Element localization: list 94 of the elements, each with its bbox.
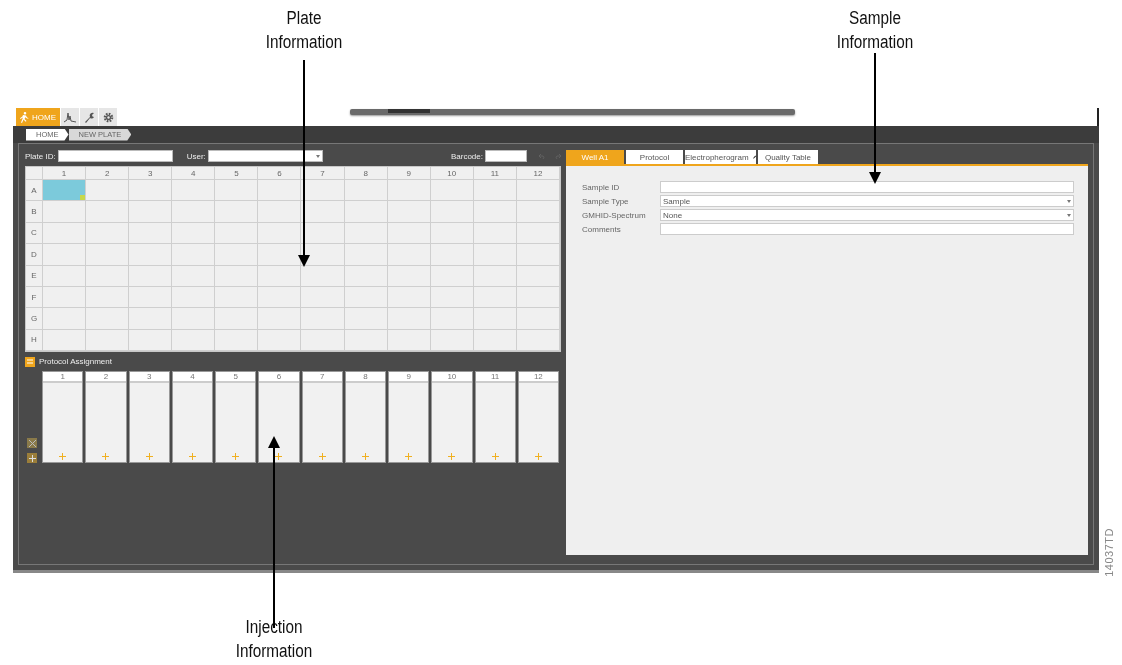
plus-icon[interactable] xyxy=(491,453,499,461)
scroll-bar[interactable] xyxy=(350,109,795,115)
injection-number: 12 xyxy=(518,372,558,384)
close-icon[interactable] xyxy=(27,438,37,449)
column-header: 10 xyxy=(430,167,474,180)
injection-number: 11 xyxy=(475,372,515,384)
callout-label: Injection Information xyxy=(234,616,314,663)
injection-slot[interactable]: 11 xyxy=(474,371,516,464)
injection-number: 9 xyxy=(389,372,429,384)
wrench-icon[interactable] xyxy=(83,111,95,123)
row-header: H xyxy=(26,329,43,352)
runner-icon xyxy=(19,111,29,123)
column-header: 11 xyxy=(473,167,517,180)
section-title: Protocol Assignment xyxy=(39,357,112,367)
callout-label: Sample Information xyxy=(835,7,915,54)
injection-slot[interactable]: 3 xyxy=(128,371,170,464)
column-header: 8 xyxy=(344,167,388,180)
plus-icon[interactable] xyxy=(405,453,413,461)
plus-icon[interactable] xyxy=(59,453,67,461)
field-label: Comments xyxy=(582,224,622,234)
plate-well[interactable] xyxy=(301,244,345,266)
plus-icon[interactable] xyxy=(102,453,110,461)
settings-icon[interactable] xyxy=(102,111,114,123)
injection-number: 10 xyxy=(432,372,472,384)
barcode-label: Barcode: xyxy=(450,151,483,161)
field-label: Sample ID xyxy=(582,182,621,192)
tab[interactable]: Electropherogram xyxy=(685,150,756,164)
caret-icon xyxy=(315,154,320,158)
add-icon[interactable] xyxy=(27,453,37,464)
injection-number: 2 xyxy=(86,372,126,384)
input-field[interactable] xyxy=(660,181,1074,193)
plate-id-field[interactable] xyxy=(57,150,173,162)
callout-label: Plate Information xyxy=(264,7,344,54)
injection-number: 4 xyxy=(172,372,212,384)
plus-icon[interactable] xyxy=(318,453,326,461)
collapse-icon[interactable] xyxy=(25,356,35,367)
field-label: GMHID-Spectrum xyxy=(582,210,647,220)
dropdown[interactable]: Sample xyxy=(660,195,1074,207)
injection-slot[interactable]: 2 xyxy=(85,371,127,464)
figure-id: 14037TD xyxy=(1103,528,1115,577)
column-header: 7 xyxy=(301,167,345,180)
row-header: E xyxy=(26,265,43,287)
field-label: Sample Type xyxy=(582,196,630,206)
injection-slot[interactable]: 8 xyxy=(344,371,386,464)
undo-icon[interactable] xyxy=(539,153,546,159)
column-header: 3 xyxy=(129,167,173,180)
injection-number: 6 xyxy=(259,372,299,384)
row-header: C xyxy=(26,222,43,245)
user-dropdown[interactable] xyxy=(207,150,323,162)
column-header: 2 xyxy=(86,167,130,180)
injection-slot[interactable]: 6 xyxy=(258,371,300,464)
injection-number: 3 xyxy=(129,372,169,384)
caret-icon xyxy=(1067,213,1071,217)
plus-icon[interactable] xyxy=(534,453,542,461)
injection-number: 5 xyxy=(216,372,256,384)
column-header: 9 xyxy=(387,167,431,180)
plate-id-label: Plate ID: xyxy=(25,151,56,161)
plus-icon[interactable] xyxy=(275,453,283,461)
row-header: A xyxy=(26,180,43,202)
tab[interactable]: Protocol xyxy=(626,150,683,164)
barcode-field[interactable] xyxy=(485,150,527,162)
injection-slot[interactable]: 10 xyxy=(431,371,473,464)
injection-slot[interactable]: 7 xyxy=(301,371,343,464)
tab[interactable]: Quality Table xyxy=(758,150,818,164)
injection-slot[interactable]: 9 xyxy=(388,371,430,464)
injection-slot[interactable]: 5 xyxy=(215,371,257,464)
row-header: G xyxy=(26,308,43,330)
injection-number: 1 xyxy=(43,372,83,384)
column-header: 5 xyxy=(215,167,259,180)
plate-well[interactable] xyxy=(301,201,345,223)
injection-slot[interactable]: 1 xyxy=(42,371,84,464)
column-header: 1 xyxy=(43,167,87,180)
plus-icon[interactable] xyxy=(361,453,369,461)
column-header: 12 xyxy=(516,167,560,180)
plus-icon[interactable] xyxy=(188,453,196,461)
dropdown[interactable]: None xyxy=(660,209,1074,221)
input-field[interactable] xyxy=(660,223,1074,235)
redo-icon[interactable] xyxy=(554,153,561,159)
peak-icon[interactable] xyxy=(64,111,76,123)
injection-number: 7 xyxy=(302,372,342,384)
row-header: B xyxy=(26,201,43,223)
column-header: 6 xyxy=(258,167,302,180)
injection-slot[interactable]: 4 xyxy=(171,371,213,464)
injection-number: 8 xyxy=(345,372,385,384)
plus-icon[interactable] xyxy=(448,453,456,461)
row-header: D xyxy=(26,244,43,266)
column-header: 4 xyxy=(172,167,216,180)
plate-well[interactable] xyxy=(301,180,345,202)
row-header: F xyxy=(26,286,43,309)
plus-icon[interactable] xyxy=(145,453,153,461)
user-label: User: xyxy=(186,151,206,161)
plus-icon[interactable] xyxy=(232,453,240,461)
caret-icon xyxy=(1067,199,1071,203)
injection-slot[interactable]: 12 xyxy=(517,371,559,464)
